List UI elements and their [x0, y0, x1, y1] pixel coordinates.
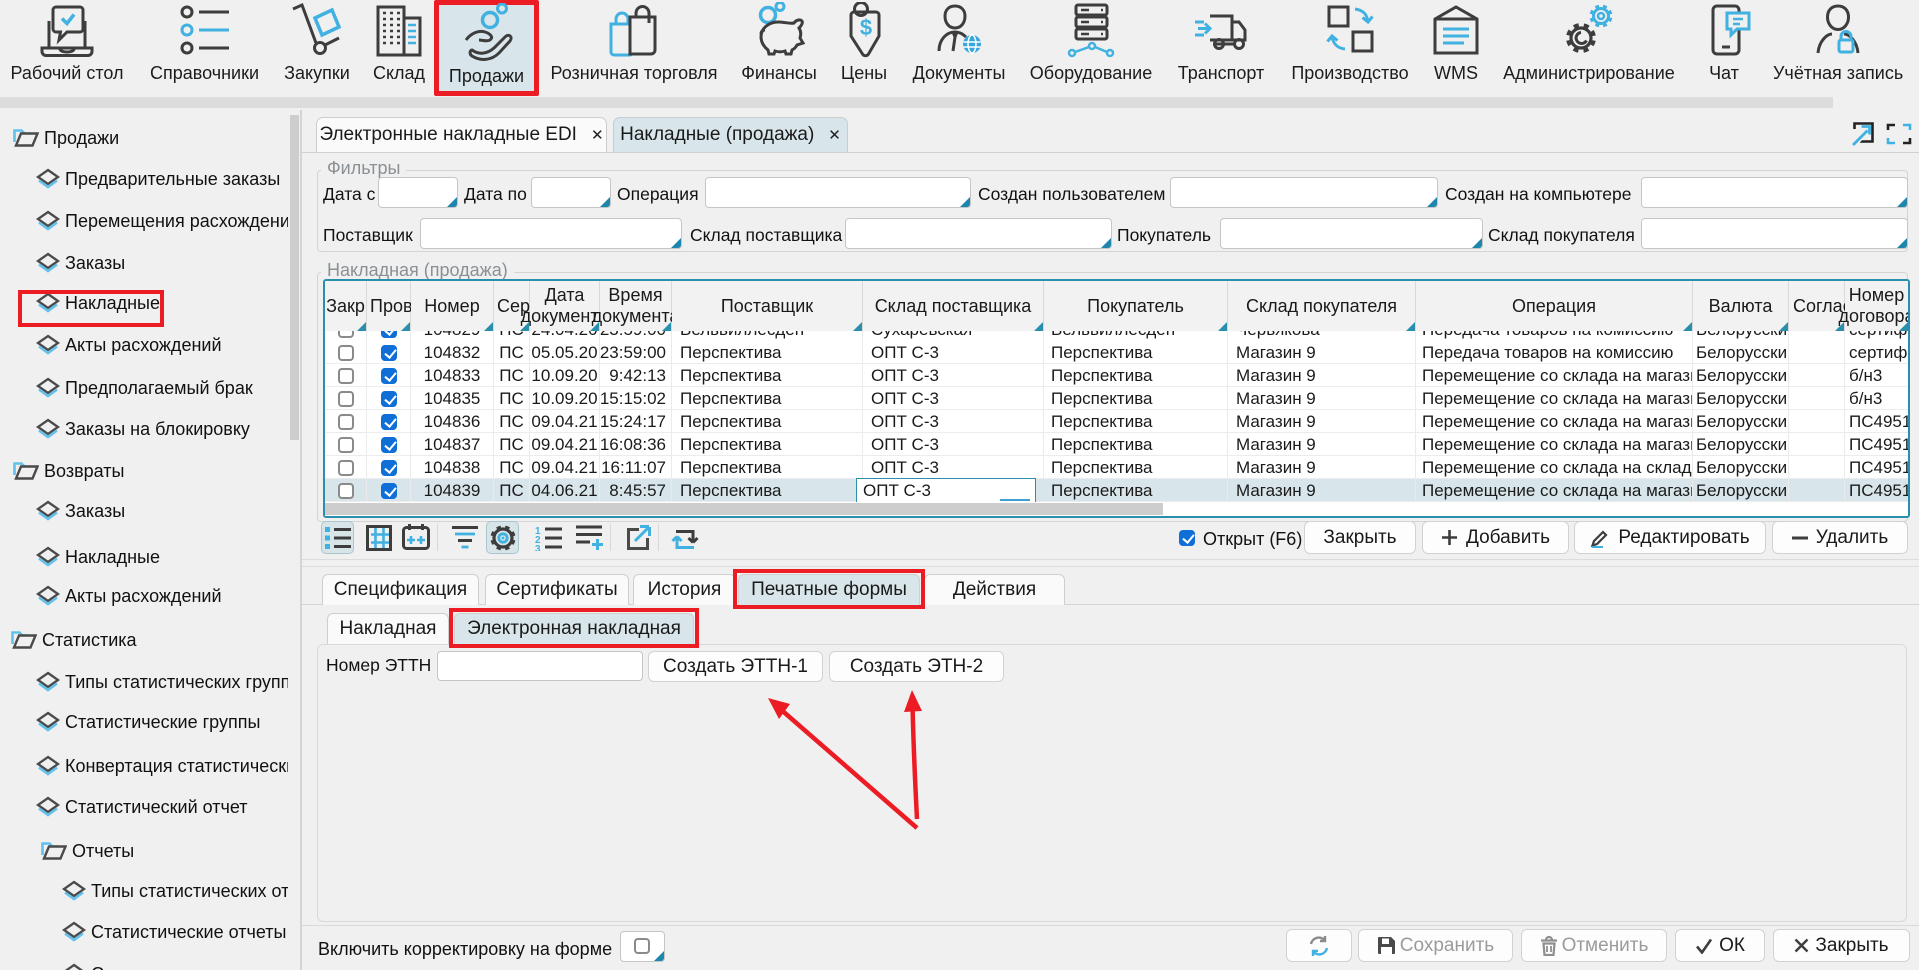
- svg-text:$: $: [860, 15, 872, 40]
- svg-text:3: 3: [535, 544, 541, 551]
